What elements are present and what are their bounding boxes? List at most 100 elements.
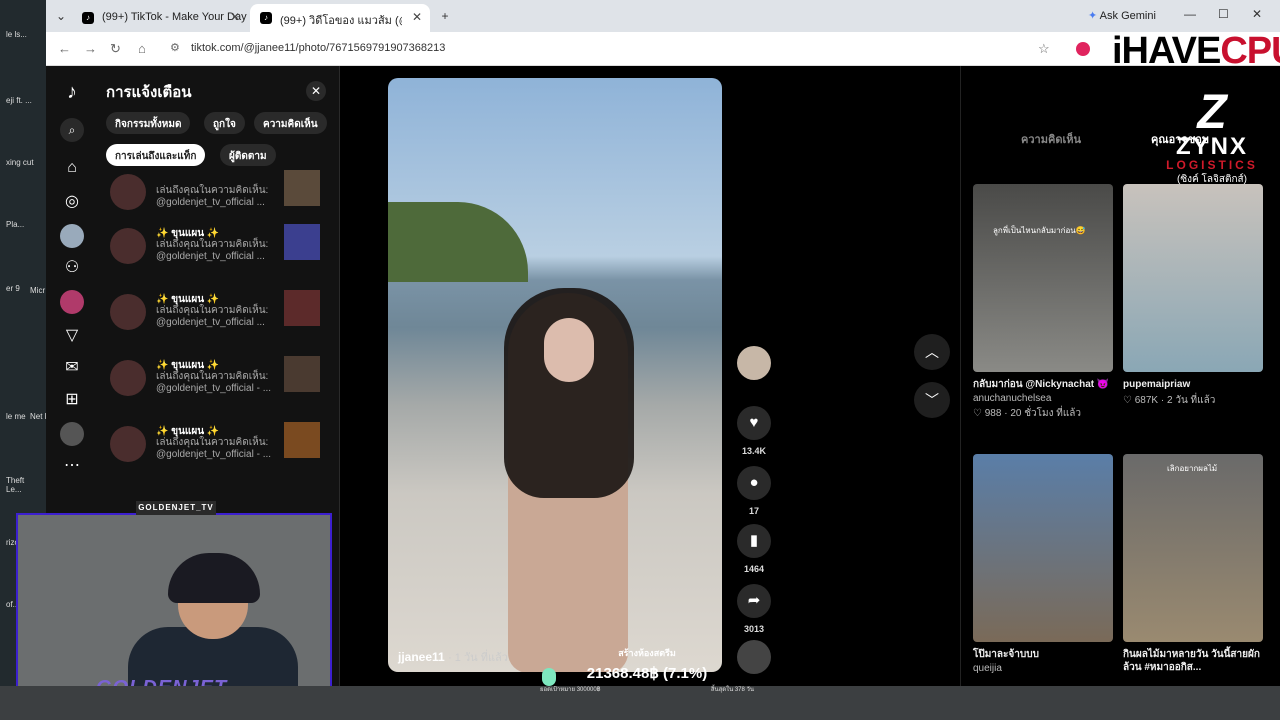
notification-thumbnail[interactable] <box>284 170 320 206</box>
gemini-icon: ✦ <box>1088 10 1098 22</box>
notifications-icon[interactable]: ▽ <box>60 324 84 348</box>
comment-button[interactable]: ● 17 <box>732 466 776 516</box>
notification-thumbnail[interactable] <box>284 356 320 392</box>
chevron-up-icon: ︿ <box>925 344 939 360</box>
minimize-button[interactable]: — <box>1184 7 1196 21</box>
new-tab-button[interactable]: + <box>434 6 456 26</box>
ask-gemini-button[interactable]: ✦ Ask Gemini <box>1082 6 1162 26</box>
next-post-button[interactable]: ﹀ <box>914 382 950 418</box>
face-shape <box>544 318 594 382</box>
profile-avatar[interactable] <box>60 422 84 446</box>
desktop-icon[interactable]: Theft Le... <box>6 476 36 494</box>
card-thumbnail[interactable]: ลูกพี่เป็นไหนกลับมาก่อน😅 <box>973 184 1113 372</box>
notification-item[interactable]: ✨ ขุนแผน ✨ เล่นถึงคุณในความคิดเห็น: @gol… <box>110 222 326 272</box>
recommended-card[interactable]: pupemaipriaw ♡ 687K · 2 วัน ที่แล้ว <box>1123 184 1263 408</box>
previous-post-button[interactable]: ︿ <box>914 334 950 370</box>
tab-title: (99+) TikTok - Make Your Day <box>102 11 247 23</box>
card-caption: กลับมาก่อน @Nickynachat 😈 <box>973 379 1110 390</box>
chip-mentions-tags[interactable]: การเล่นถึงและแท็ก <box>106 144 206 166</box>
avatar <box>110 294 146 330</box>
window-close-button[interactable]: ✕ <box>1252 7 1262 21</box>
back-icon[interactable]: ← <box>58 41 71 56</box>
chip-comments[interactable]: ความคิดเห็น <box>254 112 327 134</box>
like-count: 13.4K <box>741 446 767 456</box>
post-photo[interactable]: jjanee11 · 1 วัน ที่แล้ว <box>388 78 722 672</box>
maximize-button[interactable]: ☐ <box>1218 7 1229 21</box>
card-author[interactable]: queijia <box>973 663 1113 674</box>
abp-extension-icon[interactable] <box>1076 42 1090 56</box>
author-avatar[interactable] <box>732 346 776 380</box>
avatar <box>110 174 146 210</box>
close-notifications-button[interactable]: ✕ <box>306 81 326 101</box>
forward-icon[interactable]: → <box>84 41 97 56</box>
watermark-accent: CPU <box>1220 30 1280 72</box>
chip-all-activity[interactable]: กิจกรรมทั้งหมด <box>106 112 191 134</box>
card-author[interactable]: anuchanuchelsea <box>973 393 1113 404</box>
bookmark-star-icon[interactable]: ☆ <box>1038 41 1050 57</box>
post-viewer: jjanee11 · 1 วัน ที่แล้ว ♥ 13.4K ● 17 ▮ … <box>340 66 960 686</box>
browser-window: ⌄ ♪ (99+) TikTok - Make Your Day ✕ ♪ (99… <box>46 0 1280 66</box>
home-icon[interactable]: ⌂ <box>138 41 146 56</box>
card-caption: โป๊มาละจ้าบบบ <box>973 649 1039 660</box>
share-count: 3013 <box>743 624 765 634</box>
close-tab-icon[interactable]: ✕ <box>230 10 240 24</box>
heart-icon: ♥ <box>737 406 771 440</box>
desktop-icon-label: Theft Le... <box>6 476 25 494</box>
notifications-title: การแจ้งเตือน <box>106 84 192 101</box>
notification-text: เล่นถึงคุณในความคิดเห็น: @goldenjet_tv_o… <box>156 185 269 208</box>
desktop-icon-label: le ls... <box>6 30 27 39</box>
notification-item[interactable]: ✨ ขุนแผน ✨ เล่นถึงคุณในความคิดเห็น: @gol… <box>110 288 326 338</box>
notification-thumbnail[interactable] <box>284 224 320 260</box>
avatar[interactable] <box>737 346 771 380</box>
notification-item[interactable]: ✨ ขุนแผน ✨ เล่นถึงคุณในความคิดเห็น: @gol… <box>110 420 326 470</box>
browser-tab[interactable]: ♪ (99+) TikTok - Make Your Day ✕ <box>72 4 248 32</box>
notification-thumbnail[interactable] <box>284 422 320 458</box>
share-button[interactable]: ➦ 3013 <box>732 584 776 634</box>
reload-icon[interactable]: ↻ <box>110 41 121 57</box>
sponsor-logo: Z ZYNX LOGISTICS (ซิงค์ โลจิสติกส์) <box>1164 86 1260 187</box>
card-thumbnail[interactable] <box>973 454 1113 642</box>
like-button[interactable]: ♥ 13.4K <box>732 406 776 456</box>
sponsor-thai: (ซิงค์ โลจิสติกส์) <box>1177 174 1247 185</box>
live-icon[interactable] <box>60 290 84 314</box>
tab-comments[interactable]: ความคิดเห็น <box>1021 130 1081 148</box>
desktop-icon-label: eji ft. ... <box>6 96 32 105</box>
address-bar: ← → ↻ ⌂ ⚙ tiktok.com/@jjanee11/photo/767… <box>46 32 1280 66</box>
chip-likes[interactable]: ถูกใจ <box>204 112 245 134</box>
card-thumbnail[interactable]: เลิกอยากผลไม้ <box>1123 454 1263 642</box>
post-author[interactable]: jjanee11 · 1 วัน ที่แล้ว <box>398 648 508 666</box>
explore-icon[interactable]: ◎ <box>60 190 84 214</box>
desktop-icon[interactable]: Pla... <box>6 220 36 229</box>
tiktok-logo-icon[interactable]: ♪ <box>60 80 84 104</box>
home-icon[interactable]: ⌂ <box>60 156 84 180</box>
desktop-icon-label: Pla... <box>6 220 25 229</box>
author-handle[interactable]: jjanee11 <box>398 650 445 664</box>
search-icon[interactable]: ⌕ <box>60 118 84 142</box>
sponsor-letter: Z <box>1197 86 1227 139</box>
card-thumbnail[interactable] <box>1123 184 1263 372</box>
upload-icon[interactable]: ⊞ <box>60 388 84 412</box>
avatar <box>110 360 146 396</box>
notification-thumbnail[interactable] <box>284 290 320 326</box>
chip-followers[interactable]: ผู้ติดตาม <box>220 144 276 166</box>
following-avatar-icon[interactable] <box>60 224 84 248</box>
desktop-icon[interactable]: eji ft. ... <box>6 96 36 105</box>
tab-search-icon[interactable]: ⌄ <box>50 6 72 26</box>
desktop-icon[interactable]: le ls... <box>6 30 36 39</box>
card-caption: pupemaipriaw <box>1123 379 1191 390</box>
notification-item[interactable]: เล่นถึงคุณในความคิดเห็น: @goldenjet_tv_o… <box>110 168 326 218</box>
browser-tab-active[interactable]: ♪ (99+) วิดีโอของ แมวส้ม (@jjanee11 ✕ <box>250 4 430 32</box>
url-field[interactable]: tiktok.com/@jjanee11/photo/7671569791907… <box>191 42 445 54</box>
close-tab-icon[interactable]: ✕ <box>412 10 422 24</box>
site-info-icon[interactable]: ⚙ <box>170 41 180 54</box>
save-button[interactable]: ▮ 1464 <box>732 524 776 574</box>
notification-item[interactable]: ✨ ขุนแผน ✨ เล่นถึงคุณในความคิดเห็น: @gol… <box>110 354 326 404</box>
recommended-card[interactable]: โป๊มาละจ้าบบบ queijia <box>973 454 1113 674</box>
messages-icon[interactable]: ✉ <box>60 356 84 380</box>
desktop-icon[interactable]: xing cut <box>6 158 36 167</box>
recommended-card[interactable]: ลูกพี่เป็นไหนกลับมาก่อน😅 กลับมาก่อน @Nic… <box>973 184 1113 421</box>
more-icon[interactable]: ⋯ <box>60 454 84 478</box>
friends-icon[interactable]: ⚇ <box>60 256 84 280</box>
recommended-card[interactable]: เลิกอยากผลไม้ กินผลไม้มาหลายวัน วันนี้สา… <box>1123 454 1263 674</box>
donation-goal: สร้างห้องสตรีม 21368.48฿ (7.1%) ยอดเป้าห… <box>540 646 754 706</box>
